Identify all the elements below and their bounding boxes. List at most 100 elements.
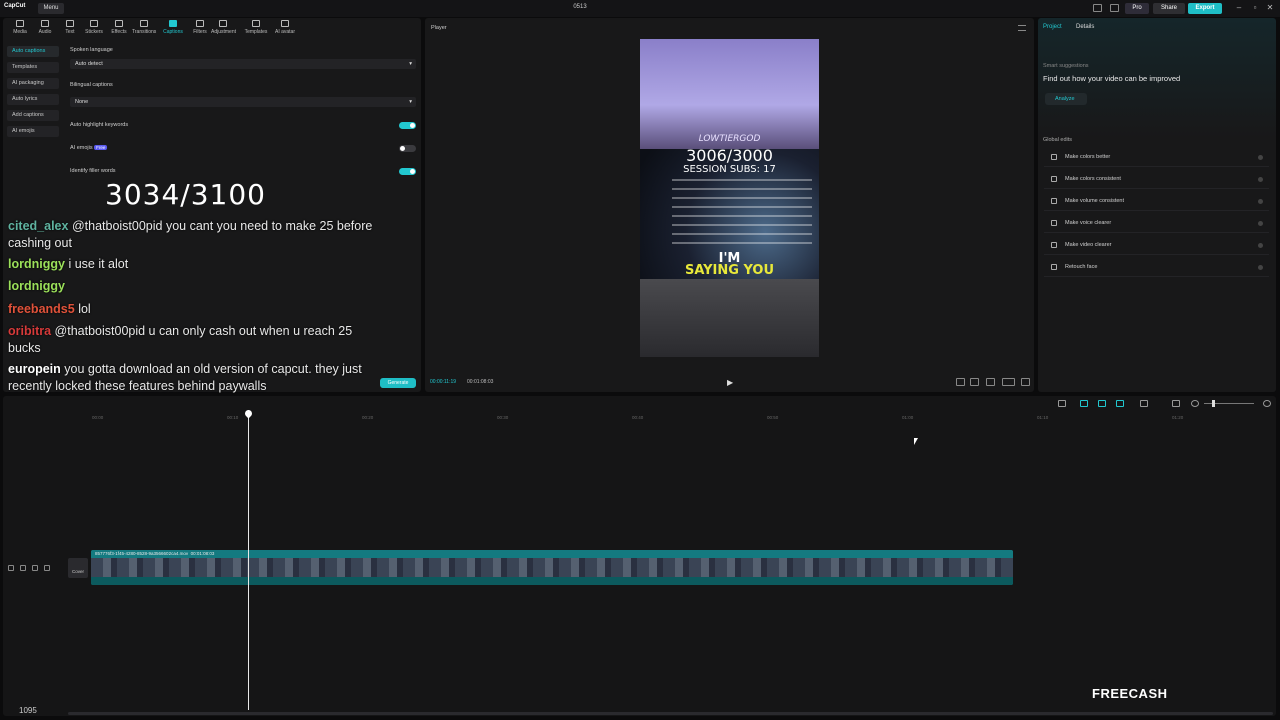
track-mute-icon[interactable] [32, 565, 38, 571]
ruler-tick-label: 01:10 [1037, 415, 1049, 420]
tool-templates[interactable]: Templates [244, 20, 268, 35]
global-edits-label: Global edits [1043, 137, 1073, 143]
sidebar-item-templates[interactable]: Templates [7, 62, 59, 73]
tool-stickers[interactable]: Stickers [82, 20, 106, 35]
chevron-down-icon: ▾ [409, 99, 412, 105]
global-edit-make-voice-clearer[interactable]: Make voice clearer [1044, 214, 1269, 233]
ai-emojis-text: AI emojis [70, 145, 93, 151]
layout-icon[interactable] [1093, 4, 1102, 12]
video-clip[interactable]: 857776f3-1f45-4280-8528-9a3566602ca4.mov… [91, 550, 1013, 585]
filler-label: Identify filler words [70, 168, 116, 174]
filler-toggle[interactable] [399, 168, 416, 175]
crop-icon[interactable] [986, 378, 995, 386]
fullscreen-icon[interactable] [1021, 378, 1030, 386]
sidebar-item-auto-captions[interactable]: Auto captions [7, 46, 59, 57]
tool-ai-avatar[interactable]: AI avatar [273, 20, 297, 35]
templates-icon [252, 20, 260, 27]
tool-filters[interactable]: Filters [188, 20, 212, 35]
export-button[interactable]: Export [1188, 3, 1222, 14]
keyboard-icon[interactable] [1002, 378, 1015, 386]
magnet-icon[interactable] [1098, 400, 1106, 407]
global-edit-make-colors-consistent[interactable]: Make colors consistent [1044, 170, 1269, 189]
global-edit-make-volume-consistent[interactable]: Make volume consistent [1044, 192, 1269, 211]
tool-label: Templates [244, 29, 268, 35]
edit-icon [1051, 176, 1057, 182]
video-preview[interactable]: LOWTIERGOD 3006/3000 SESSION SUBS: 17 I'… [640, 39, 819, 357]
maximize-icon[interactable]: ▫ [1250, 3, 1260, 13]
tool-effects[interactable]: Effects [107, 20, 131, 35]
chat-message: cited_alex @thatboist00pid you cant you … [8, 218, 372, 235]
text-icon [66, 20, 74, 27]
chat-username: lordniggy [8, 257, 65, 271]
chat-message: lordniggy i use it alot [8, 256, 128, 273]
minimize-icon[interactable]: – [1234, 3, 1244, 13]
menu-button[interactable]: Menu [38, 3, 64, 14]
menu-icon[interactable] [1018, 25, 1026, 31]
sidebar-item-auto-lyrics[interactable]: Auto lyrics [7, 94, 59, 105]
play-icon[interactable]: ▶ [727, 378, 733, 387]
screen-icon[interactable] [1110, 4, 1119, 12]
quality-icon[interactable] [970, 378, 979, 386]
snap-icon[interactable] [1116, 400, 1124, 407]
cover-button[interactable]: Cover [68, 558, 88, 578]
global-edit-label: Retouch face [1065, 264, 1098, 270]
bilingual-select[interactable]: None ▾ [70, 97, 416, 107]
chat-text: @thatboist00pid you cant you need to mak… [71, 219, 373, 233]
track-hide-icon[interactable] [20, 565, 26, 571]
sidebar-item-add-captions[interactable]: Add captions [7, 110, 59, 121]
pro-button[interactable]: Pro [1125, 3, 1149, 14]
tool-transitions[interactable]: Transitions [132, 20, 156, 35]
link-icon[interactable] [1080, 400, 1088, 407]
highlight-toggle[interactable] [399, 122, 416, 129]
zoom-slider-handle[interactable] [1212, 400, 1215, 407]
mic-icon[interactable] [1058, 400, 1066, 407]
chat-text: recently locked these features behind pa… [8, 379, 267, 393]
chat-text: you gotta download an old version of cap… [64, 362, 362, 376]
close-icon[interactable]: ✕ [1265, 3, 1275, 13]
tool-adjustment[interactable]: Adjustment [211, 20, 236, 35]
chat-text: i use it alot [68, 257, 129, 271]
bilingual-label: Bilingual captions [70, 82, 113, 88]
tab-project[interactable]: Project [1043, 24, 1062, 30]
cover-label: Cover [71, 569, 84, 574]
ruler-tick-label: 00:30 [497, 415, 509, 420]
timeline-scrollbar[interactable] [68, 712, 1273, 715]
track-controls [8, 565, 64, 573]
status-dot-icon [1258, 177, 1263, 182]
tab-details[interactable]: Details [1076, 24, 1094, 30]
video-webcam [640, 39, 819, 149]
zoom-in-icon[interactable] [1263, 400, 1271, 407]
sidebar-item-ai-emojis[interactable]: AI emojis [7, 126, 59, 137]
chat-message: bucks [8, 340, 41, 357]
ruler-tick-label: 00:10 [227, 415, 239, 420]
global-edit-make-video-clearer[interactable]: Make video clearer [1044, 236, 1269, 255]
sidebar-item-ai-packaging[interactable]: AI packaging [7, 78, 59, 89]
ai-emojis-toggle[interactable] [399, 145, 416, 152]
tool-label: Filters [193, 29, 207, 35]
caption-track-icon[interactable] [1172, 400, 1180, 407]
generate-button[interactable]: Generate [380, 378, 416, 388]
track-lock-icon[interactable] [8, 565, 14, 571]
global-edit-make-colors-better[interactable]: Make colors better [1044, 148, 1269, 167]
share-button[interactable]: Share [1153, 3, 1185, 14]
ruler-tick-label: 00:20 [362, 415, 374, 420]
zoom-out-icon[interactable] [1191, 400, 1199, 407]
tool-label: Captions [163, 29, 183, 35]
tool-captions[interactable]: Captions [161, 20, 185, 35]
tool-media[interactable]: Media [8, 20, 32, 35]
track-more-icon[interactable] [44, 565, 50, 571]
ratio-icon[interactable] [956, 378, 965, 386]
status-dot-icon [1258, 243, 1263, 248]
chat-username: lordniggy [8, 279, 65, 293]
analyze-button[interactable]: Analyze [1045, 93, 1087, 105]
global-edit-retouch-face[interactable]: Retouch face [1044, 258, 1269, 277]
chat-message: oribitra @thatboist00pid u can only cash… [8, 323, 352, 340]
preview-axis-icon[interactable] [1140, 400, 1148, 407]
ai-emojis-label: AI emojis Free [70, 145, 108, 151]
spoken-language-select[interactable]: Auto detect ▾ [70, 59, 416, 69]
tool-audio[interactable]: Audio [33, 20, 57, 35]
chat-username: oribitra [8, 324, 52, 338]
playhead[interactable] [248, 410, 249, 710]
ruler-tick-label: 00:40 [632, 415, 644, 420]
tool-text[interactable]: Text [58, 20, 82, 35]
